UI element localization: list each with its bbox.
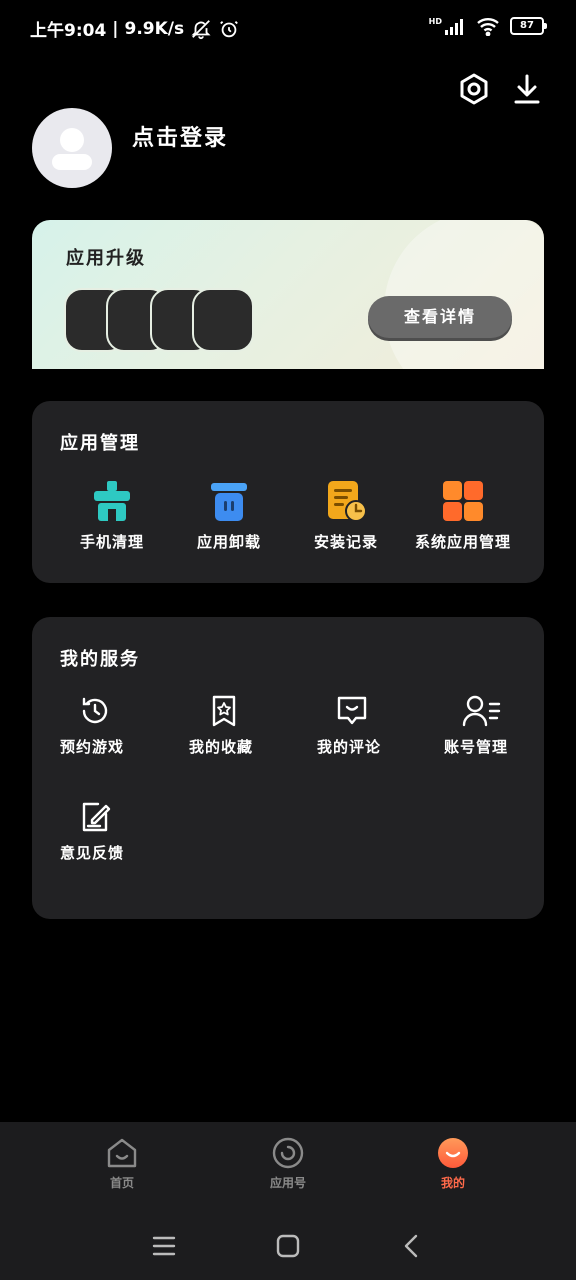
my-favorites-label: 我的收藏 (189, 738, 254, 756)
account-management-item[interactable]: 账号管理 (444, 694, 544, 757)
install-record-label: 安装记录 (313, 533, 378, 551)
my-services-card: 我的服务 预约游戏 我的收藏 我的评论 账号管理 意见反馈 (32, 617, 544, 919)
card-decoration (384, 220, 544, 369)
signal-icon (445, 19, 463, 35)
account-management-label: 账号管理 (444, 738, 509, 756)
nav-home-label: 首页 (109, 1176, 134, 1190)
wifi-icon (477, 18, 499, 36)
system-apps-button[interactable]: 系统应用管理 (399, 479, 527, 552)
hexagon-settings-icon (460, 73, 488, 105)
status-speed: 9.9K/s (124, 18, 185, 39)
hd-label: HD (428, 16, 442, 26)
my-services-title: 我的服务 (60, 649, 140, 670)
nav-app-account-label: 应用号 (269, 1176, 306, 1190)
bookmark-star-icon (207, 694, 241, 728)
uninstall-icon (207, 479, 251, 523)
nav-me-label: 我的 (440, 1176, 465, 1190)
reserve-games-label: 预约游戏 (60, 738, 125, 756)
nav-app-account[interactable]: 应用号 (248, 1136, 328, 1191)
status-left: 上午9:04 | 9.9K/s (30, 16, 240, 41)
comment-icon (335, 694, 369, 728)
login-link[interactable]: 点击登录 (132, 120, 228, 152)
app-management-card: 应用管理 手机清理 应用卸载 安装记录 系统应用管理 (32, 401, 544, 583)
system-nav-bar (0, 1214, 576, 1280)
upgrade-title: 应用升级 (66, 248, 146, 269)
reserve-games-item[interactable]: 预约游戏 (60, 694, 160, 757)
battery-indicator: 87 (510, 17, 547, 35)
nav-home[interactable]: 首页 (82, 1136, 162, 1191)
nav-me[interactable]: 我的 (413, 1136, 493, 1191)
me-icon (436, 1136, 470, 1170)
settings-button[interactable] (455, 70, 493, 108)
my-comments-item[interactable]: 我的评论 (317, 694, 417, 757)
alarm-icon (220, 20, 239, 37)
history-icon (78, 694, 112, 728)
bottom-nav: 首页 应用号 我的 (0, 1122, 576, 1214)
my-favorites-item[interactable]: 我的收藏 (189, 694, 289, 757)
system-apps-label: 系统应用管理 (414, 533, 511, 551)
status-right: HD 87 (428, 16, 547, 36)
download-button[interactable] (508, 70, 546, 108)
phone-clean-icon (90, 479, 134, 523)
upgrade-app-icons (64, 288, 264, 352)
app-icon (192, 288, 254, 352)
mute-notification-icon (191, 19, 211, 39)
status-bar: 上午9:04 | 9.9K/s HD 87 (0, 0, 576, 56)
user-avatar-icon (52, 128, 92, 170)
system-apps-icon (441, 479, 485, 523)
view-details-button[interactable]: 查看详情 (368, 296, 512, 338)
home-icon (105, 1136, 139, 1170)
back-icon[interactable] (400, 1234, 424, 1258)
upgrade-card[interactable]: 应用升级 查看详情 (32, 220, 544, 369)
install-record-icon (324, 479, 368, 523)
feedback-label: 意见反馈 (60, 844, 125, 862)
phone-clean-button[interactable]: 手机清理 (48, 479, 176, 552)
feedback-item[interactable]: 意见反馈 (60, 800, 160, 863)
uninstall-label: 应用卸载 (196, 533, 261, 551)
phone-clean-label: 手机清理 (79, 533, 144, 551)
download-icon (514, 74, 540, 104)
avatar[interactable] (32, 108, 112, 188)
app-management-title: 应用管理 (60, 433, 140, 454)
install-record-button[interactable]: 安装记录 (282, 479, 410, 552)
menu-icon[interactable] (152, 1234, 176, 1258)
status-time: 上午9:04 (30, 21, 107, 41)
home-square-icon[interactable] (276, 1234, 300, 1258)
my-comments-label: 我的评论 (317, 738, 382, 756)
status-divider: | (112, 18, 119, 39)
feedback-icon (78, 800, 112, 834)
uninstall-button[interactable]: 应用卸载 (165, 479, 293, 552)
account-icon (462, 694, 501, 728)
app-account-icon (271, 1136, 305, 1170)
